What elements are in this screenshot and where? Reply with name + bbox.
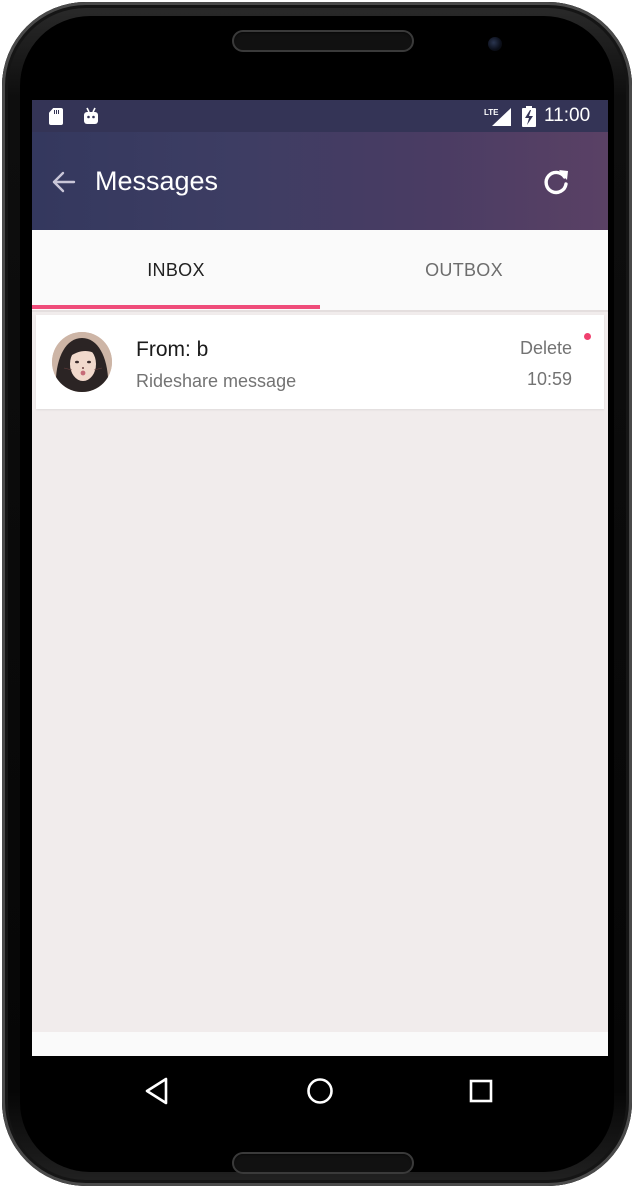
android-debug-icon <box>84 107 98 124</box>
app-bar: Messages <box>32 132 608 230</box>
screen: LTE 11:00 Messages INBOX OUTBOX From: b … <box>32 100 608 1126</box>
battery-charging-icon <box>522 106 536 127</box>
message-time: 10:59 <box>526 369 572 389</box>
page-title: Messages <box>95 166 219 196</box>
avatar-photo <box>52 332 112 392</box>
sd-card-icon <box>49 108 63 125</box>
bottom-speaker <box>232 1152 414 1174</box>
navigation-bar <box>32 1056 608 1126</box>
refresh-icon[interactable] <box>540 166 572 198</box>
back-triangle-icon[interactable] <box>141 1074 175 1108</box>
status-time: 11:00 <box>544 105 591 126</box>
tab-outbox[interactable]: OUTBOX <box>320 230 608 310</box>
recents-square-icon[interactable] <box>464 1074 498 1108</box>
tab-selected-indicator <box>32 305 320 309</box>
status-bar: LTE 11:00 <box>32 100 608 132</box>
home-circle-icon[interactable] <box>303 1074 337 1108</box>
front-camera <box>488 37 502 51</box>
tab-divider <box>32 310 608 312</box>
avatar <box>52 332 112 392</box>
lte-label: LTE <box>484 108 499 117</box>
lte-signal-icon: LTE <box>484 108 511 126</box>
top-speaker <box>232 30 414 52</box>
tab-inbox[interactable]: INBOX <box>32 230 320 310</box>
bottom-strip <box>32 1032 608 1056</box>
message-sender: From: b <box>136 338 209 361</box>
back-arrow-icon[interactable] <box>50 168 78 196</box>
unread-indicator <box>584 333 591 340</box>
delete-button[interactable]: Delete <box>520 336 572 360</box>
message-list-item[interactable]: From: b Rideshare message Delete 10:59 <box>36 315 604 409</box>
phone-frame: LTE 11:00 Messages INBOX OUTBOX From: b … <box>2 2 632 1186</box>
tab-bar: INBOX OUTBOX <box>32 230 608 310</box>
message-subject: Rideshare message <box>136 371 297 391</box>
